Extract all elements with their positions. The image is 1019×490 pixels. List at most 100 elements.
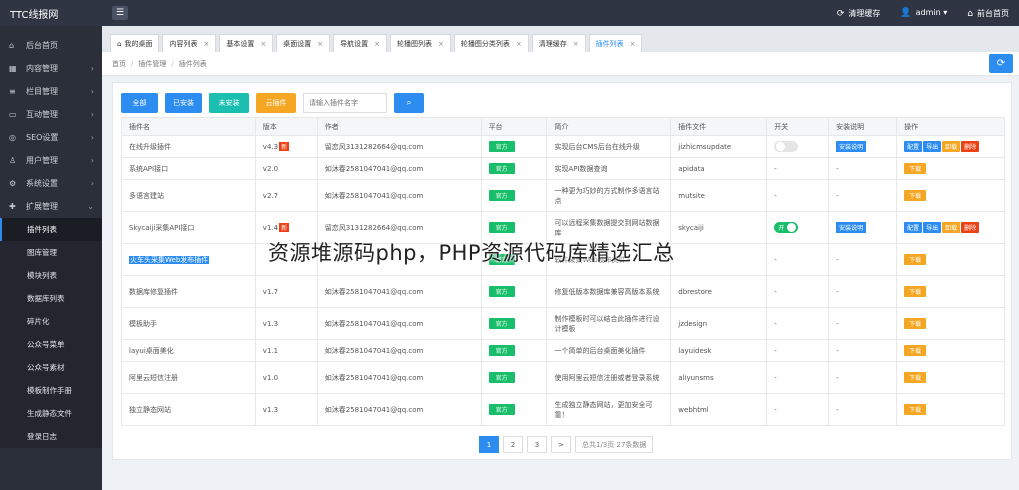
- platform-badge: 官方: [488, 372, 515, 383]
- cell-explain: -: [828, 243, 898, 276]
- sidebar-item[interactable]: ♙ 用户管理 ›: [0, 149, 102, 172]
- sidebar: ⌂ 后台首页 ▦ 内容管理 › ≡ 栏目管理 › ▭ 互动管理 › ◎ SEO设置 › ♙ 用户管理 › ⚙ 系统设…: [0, 26, 102, 490]
- sidebar-item[interactable]: ⌂ 后台首页: [0, 34, 102, 57]
- frontend-link[interactable]: ⌂ 前台首页: [967, 8, 1009, 19]
- cell-name: Skycaiji采集API接口: [121, 211, 256, 244]
- user-menu[interactable]: 👤 admin ▾: [900, 8, 947, 18]
- watermark-overlay: 资源堆源码php，PHP资源代码库精选汇总: [268, 241, 675, 265]
- cell-author: 如沐春2581047041@qq.com: [316, 275, 482, 308]
- sidebar-item[interactable]: ▭ 互动管理 ›: [0, 103, 102, 126]
- switch-placeholder: -: [774, 405, 777, 414]
- download-button[interactable]: 下载: [904, 163, 927, 174]
- breadcrumb-home[interactable]: 首页: [112, 59, 126, 69]
- close-icon[interactable]: ×: [516, 40, 522, 48]
- sidebar-item[interactable]: ◎ SEO设置 ›: [0, 126, 102, 149]
- tab[interactable]: 清理缓存 ×: [531, 34, 586, 52]
- op-button[interactable]: 配置: [904, 141, 923, 152]
- page-button[interactable]: 2: [503, 436, 523, 453]
- cell-name: 火车头采集Web发布插件: [121, 243, 256, 276]
- sidebar-subitem[interactable]: 模块列表: [0, 264, 102, 287]
- chevron-icon: ›: [90, 110, 94, 119]
- close-icon[interactable]: ×: [374, 40, 380, 48]
- install-explain-button[interactable]: 安装说明: [836, 222, 867, 233]
- op-button[interactable]: 删除: [961, 141, 980, 152]
- cell-explain: -: [828, 157, 898, 180]
- plugin-name: 独立静态网站: [129, 405, 171, 414]
- cell-version: v1.0: [254, 361, 318, 394]
- filter-all-button[interactable]: 全部: [121, 93, 158, 113]
- sidebar-subitem[interactable]: 图库管理: [0, 241, 102, 264]
- sidebar-subitem[interactable]: 碎片化: [0, 310, 102, 333]
- table-row: 独立静态网站 v1.3 如沐春2581047041@qq.com 官方 生成独立…: [121, 393, 1005, 426]
- sidebar-subitem[interactable]: 公众号素材: [0, 356, 102, 379]
- download-button[interactable]: 下载: [904, 286, 927, 297]
- tab[interactable]: 轮播图分类列表 ×: [453, 34, 529, 52]
- page-button[interactable]: >: [551, 436, 571, 453]
- sidebar-subitem[interactable]: 插件列表: [0, 218, 102, 241]
- cell-intro: 实现后台CMS后台在线升级: [546, 135, 672, 158]
- clear-cache-link[interactable]: ⟳ 清理缓存: [837, 8, 881, 19]
- download-button[interactable]: 下载: [904, 318, 927, 329]
- plugin-name: 多语言建站: [129, 191, 164, 200]
- column-header: 版本: [254, 117, 318, 136]
- tab[interactable]: 基本设置 ×: [219, 34, 274, 52]
- install-explain-button[interactable]: 安装说明: [836, 141, 867, 152]
- sidebar-subitem[interactable]: 模板制作手册: [0, 379, 102, 402]
- sidebar-item[interactable]: ▦ 内容管理 ›: [0, 57, 102, 80]
- tab[interactable]: 内容列表 ×: [162, 34, 217, 52]
- tab[interactable]: 导航设置 ×: [333, 34, 387, 52]
- refresh-button[interactable]: ⟳: [989, 54, 1013, 73]
- column-header: 作者: [316, 117, 482, 136]
- cell-file: mutsite: [670, 179, 768, 212]
- search-button[interactable]: ⌕: [394, 93, 424, 113]
- download-button[interactable]: 下载: [904, 404, 927, 415]
- close-icon[interactable]: ×: [630, 40, 636, 48]
- search-input[interactable]: [303, 93, 387, 113]
- platform-badge: 官方: [488, 190, 515, 201]
- download-button[interactable]: 下载: [904, 254, 927, 265]
- refresh-icon: ⟳: [836, 8, 845, 19]
- op-button[interactable]: 配置: [904, 222, 923, 233]
- plugin-name: 数据库修复插件: [129, 287, 178, 296]
- page-button[interactable]: 3: [527, 436, 547, 453]
- cell-version: v1.3: [254, 307, 318, 340]
- sidebar-subitem[interactable]: 登录日志: [0, 425, 102, 448]
- close-icon[interactable]: ×: [203, 40, 209, 48]
- sidebar-item[interactable]: ⚙ 系统设置 ›: [0, 172, 102, 195]
- cell-explain: -: [828, 361, 898, 394]
- op-button[interactable]: 卸载: [942, 222, 961, 233]
- tab[interactable]: ⌂ 我的桌面: [110, 34, 160, 52]
- sidebar-subitem[interactable]: 生成静态文件: [0, 402, 102, 425]
- tab[interactable]: 轮播图列表 ×: [389, 34, 451, 52]
- tab[interactable]: 插件列表 ×: [588, 34, 643, 52]
- close-icon[interactable]: ×: [573, 40, 579, 48]
- close-icon[interactable]: ×: [438, 40, 444, 48]
- breadcrumb-plugin-manage[interactable]: 插件管理: [138, 59, 166, 69]
- page-button[interactable]: 1: [479, 436, 499, 453]
- enable-switch[interactable]: [774, 141, 799, 152]
- sidebar-item[interactable]: ✚ 扩展管理 ⌄: [0, 195, 102, 218]
- download-button[interactable]: 下载: [904, 345, 927, 356]
- sidebar-subitem[interactable]: 公众号菜单: [0, 333, 102, 356]
- cell-name: 在线升级插件: [121, 135, 256, 158]
- op-button[interactable]: 导出: [923, 141, 942, 152]
- sidebar-subitem[interactable]: 数据库列表: [0, 287, 102, 310]
- enable-switch[interactable]: 开: [774, 222, 799, 233]
- op-button[interactable]: 卸载: [942, 141, 961, 152]
- op-button[interactable]: 删除: [961, 222, 980, 233]
- menu-icon[interactable]: ☰: [112, 6, 128, 20]
- download-button[interactable]: 下载: [904, 372, 927, 383]
- cloud-plugin-button[interactable]: 云插件: [256, 93, 296, 113]
- op-button[interactable]: 导出: [923, 222, 942, 233]
- cell-name: 模板助手: [121, 307, 256, 340]
- explain-placeholder: -: [836, 255, 839, 264]
- sidebar-item[interactable]: ≡ 栏目管理 ›: [0, 80, 102, 103]
- download-button[interactable]: 下载: [904, 190, 927, 201]
- close-icon[interactable]: ×: [260, 40, 266, 48]
- filter-not-installed-button[interactable]: 未安装: [209, 93, 249, 113]
- explain-placeholder: -: [836, 405, 839, 414]
- tab[interactable]: 桌面设置 ×: [276, 34, 331, 52]
- cell-ops: 下载: [896, 179, 1005, 212]
- filter-installed-button[interactable]: 已安装: [165, 93, 202, 113]
- close-icon[interactable]: ×: [317, 40, 323, 48]
